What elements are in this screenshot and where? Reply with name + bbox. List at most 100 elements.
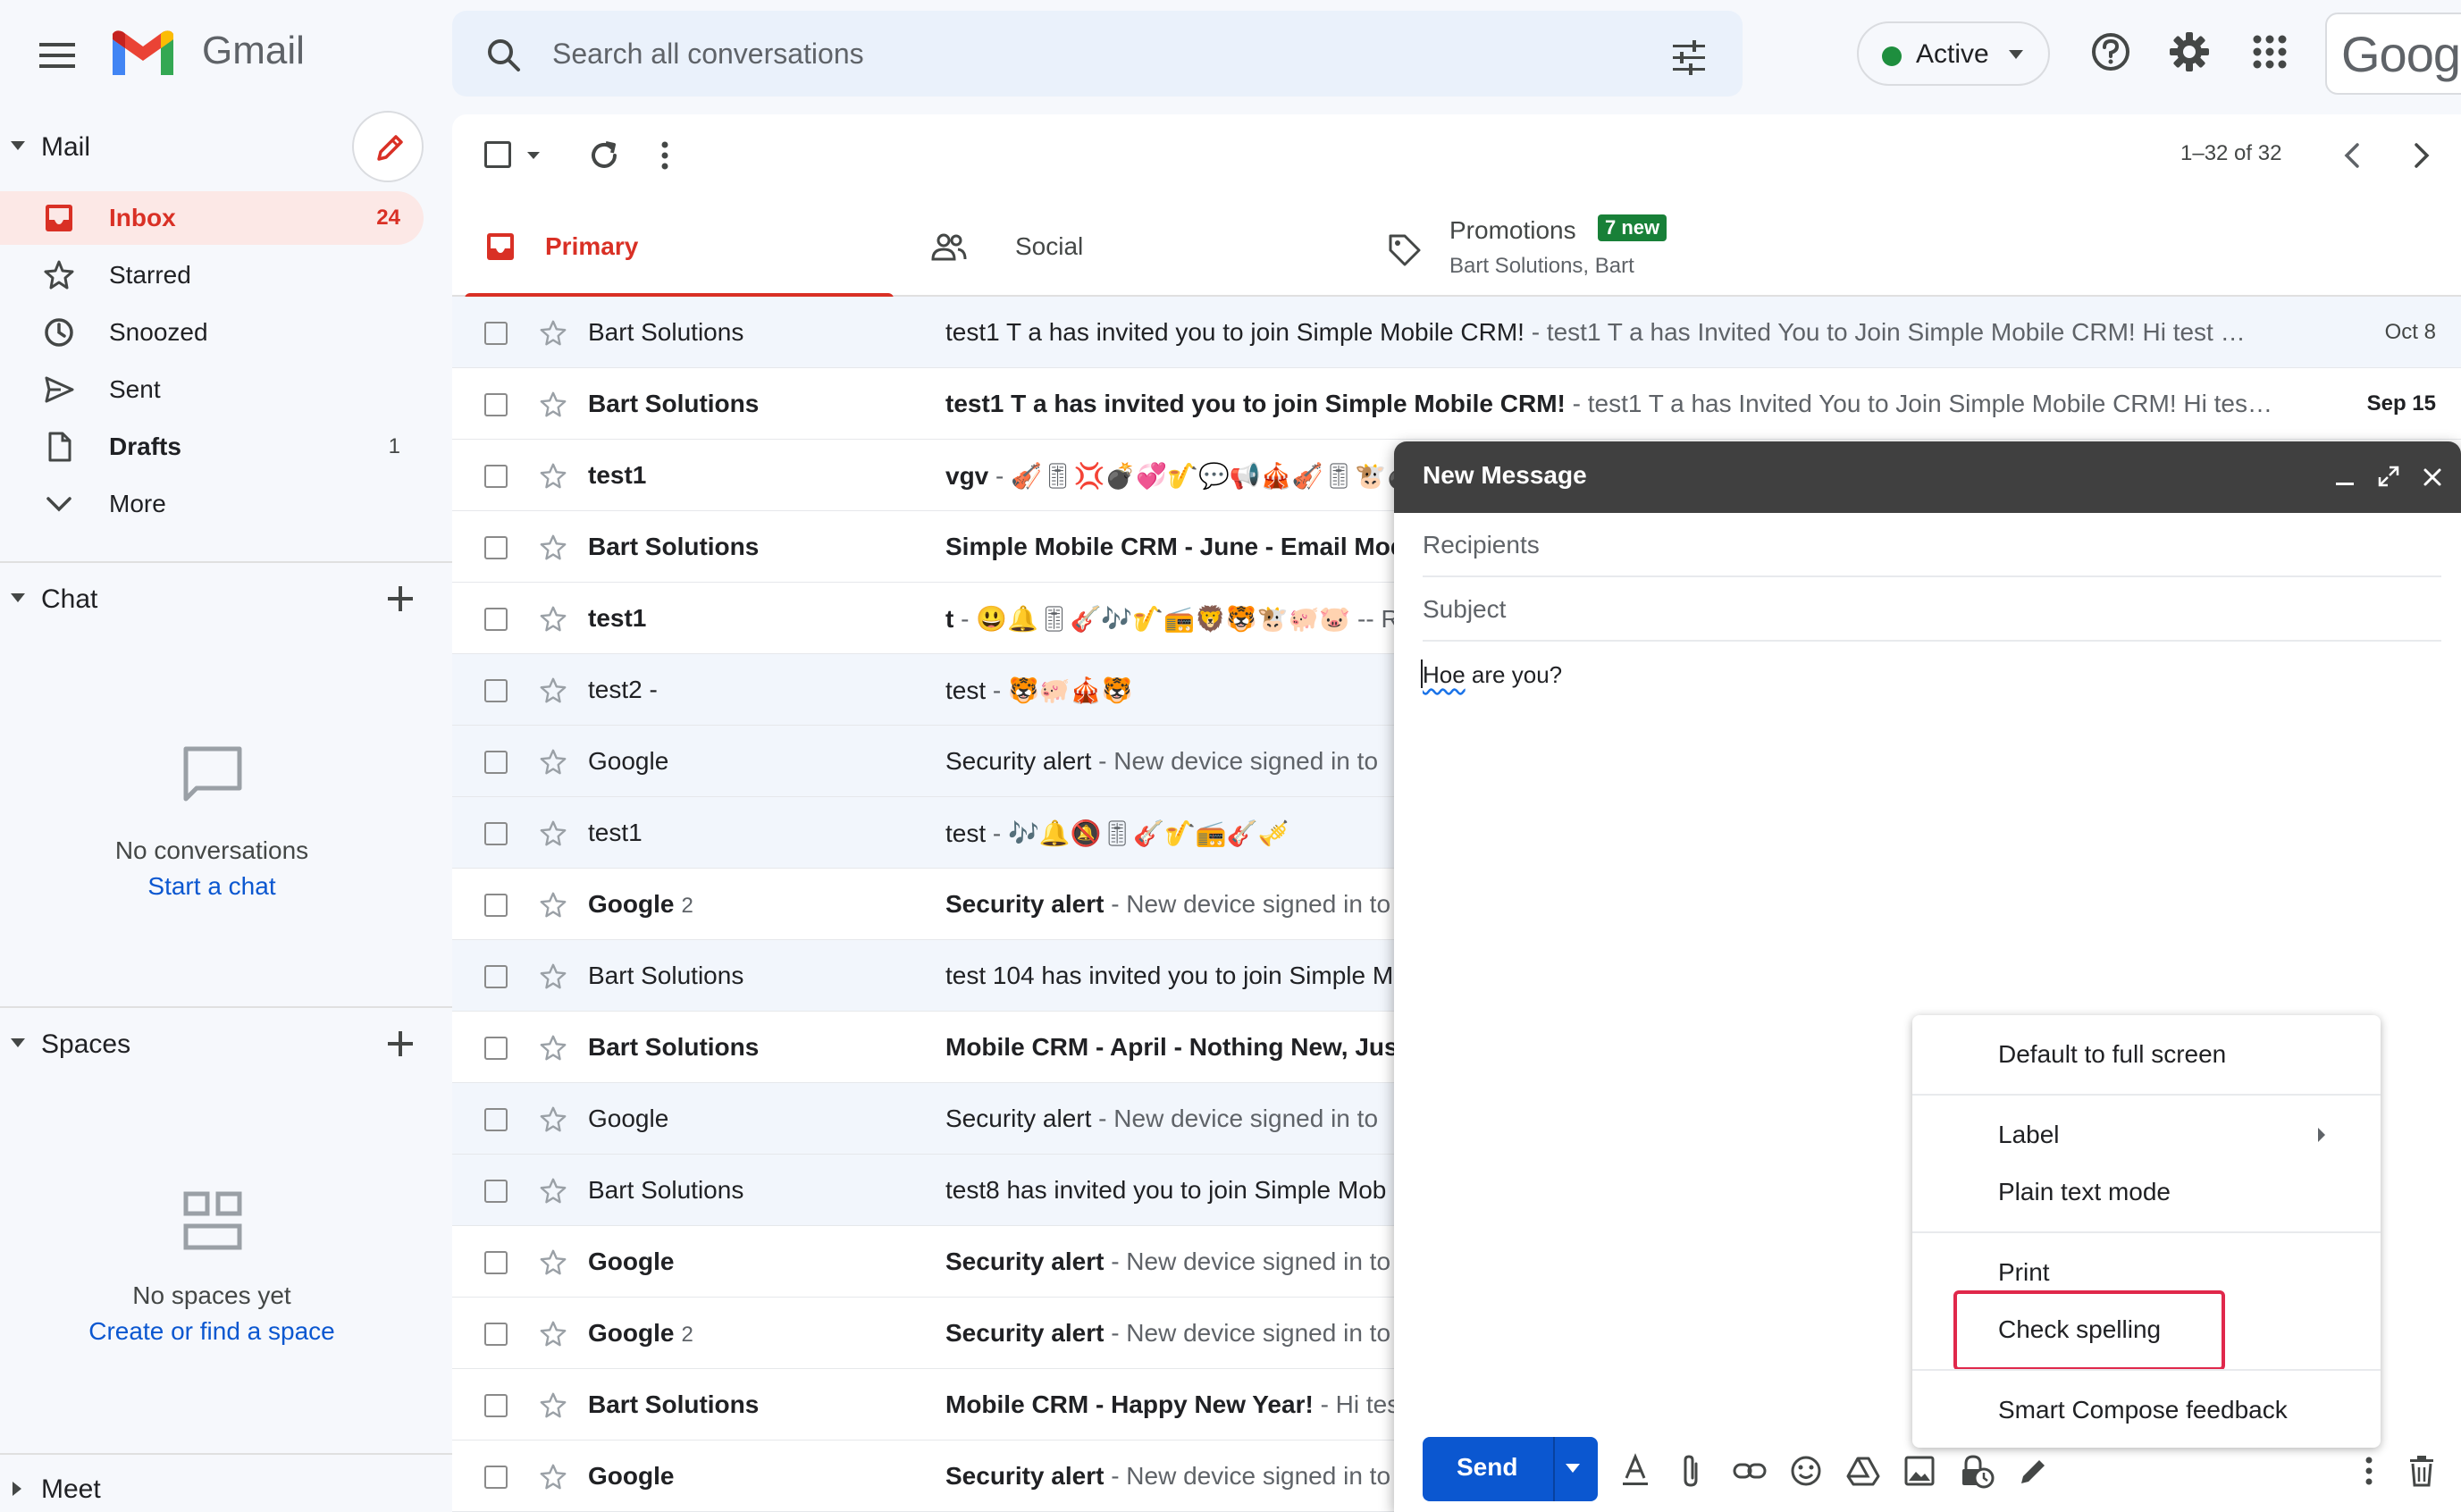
new-space-plus-icon[interactable] xyxy=(384,1028,416,1060)
sidebar-item-starred[interactable]: Starred xyxy=(0,248,424,302)
drive-icon[interactable] xyxy=(1846,1453,1880,1489)
tune-icon[interactable] xyxy=(1669,39,1709,75)
start-chat-link[interactable]: Start a chat xyxy=(0,872,424,901)
sidebar-item-sent[interactable]: Sent xyxy=(0,363,424,416)
minimize-icon[interactable] xyxy=(2334,466,2356,488)
star-icon[interactable] xyxy=(538,1462,568,1492)
mail-section-title: Mail xyxy=(41,132,91,162)
fullscreen-icon[interactable] xyxy=(2377,465,2400,488)
status-selector[interactable]: Active xyxy=(1857,21,2050,86)
subject-input[interactable] xyxy=(1423,590,2406,629)
schedule-send-dropdown-icon[interactable] xyxy=(1566,1464,1580,1473)
gmail-logo-icon[interactable] xyxy=(109,29,177,79)
discard-draft-icon[interactable] xyxy=(2407,1453,2436,1489)
row-checkbox[interactable] xyxy=(484,322,508,345)
email-row[interactable]: Bart Solutions test1 T a has invited you … xyxy=(452,368,2461,440)
sidebar-item-snoozed[interactable]: Snoozed xyxy=(0,306,424,359)
refresh-icon[interactable] xyxy=(586,138,622,173)
main-menu-button[interactable] xyxy=(34,36,80,75)
row-checkbox[interactable] xyxy=(484,1108,508,1131)
star-icon[interactable] xyxy=(538,676,568,706)
photo-icon[interactable] xyxy=(1903,1453,1936,1489)
menu-item-label[interactable]: Label xyxy=(1998,1121,2060,1149)
more-vert-icon[interactable] xyxy=(659,139,670,172)
star-icon[interactable] xyxy=(538,604,568,634)
apps-icon[interactable] xyxy=(2248,30,2291,73)
sidebar-item-inbox[interactable]: Inbox 24 xyxy=(0,191,424,245)
row-checkbox[interactable] xyxy=(484,751,508,774)
star-icon[interactable] xyxy=(538,962,568,992)
close-icon[interactable] xyxy=(2422,466,2443,488)
row-checkbox[interactable] xyxy=(484,894,508,917)
compose-header[interactable]: New Message xyxy=(1394,441,2461,513)
emoji-icon[interactable] xyxy=(1789,1453,1823,1489)
meet-section-header[interactable]: Meet xyxy=(0,1462,447,1512)
star-icon[interactable] xyxy=(538,1105,568,1135)
star-icon[interactable] xyxy=(538,533,568,563)
star-icon[interactable] xyxy=(538,1319,568,1349)
email-row[interactable]: Bart Solutions test1 T a has invited you … xyxy=(452,297,2461,368)
settings-icon[interactable] xyxy=(2168,30,2211,73)
row-checkbox[interactable] xyxy=(484,1394,508,1417)
star-icon[interactable] xyxy=(538,461,568,491)
misspelled-word[interactable]: Hoe xyxy=(1423,661,1466,688)
prev-page-icon[interactable] xyxy=(2339,139,2364,172)
star-icon[interactable] xyxy=(538,819,568,849)
search-icon[interactable] xyxy=(484,36,524,75)
send-button[interactable]: Send xyxy=(1457,1453,1517,1482)
row-checkbox[interactable] xyxy=(484,536,508,559)
row-checkbox[interactable] xyxy=(484,1180,508,1203)
more-options-icon[interactable] xyxy=(2363,1453,2375,1489)
menu-item-plain-text-mode[interactable]: Plain text mode xyxy=(1998,1178,2171,1206)
chevron-down-icon xyxy=(46,497,71,512)
new-chat-plus-icon[interactable] xyxy=(384,583,416,615)
row-checkbox[interactable] xyxy=(484,965,508,988)
compose-button[interactable] xyxy=(352,111,424,182)
row-checkbox[interactable] xyxy=(484,1466,508,1489)
row-checkbox[interactable] xyxy=(484,822,508,845)
menu-item-default-full-screen[interactable]: Default to full screen xyxy=(1998,1040,2226,1069)
row-checkbox[interactable] xyxy=(484,679,508,702)
link-icon[interactable] xyxy=(1732,1453,1768,1489)
compose-body[interactable]: Hoe are you? xyxy=(1423,661,1562,689)
spaces-section-header[interactable]: Spaces xyxy=(0,1017,447,1071)
signature-pen-icon[interactable] xyxy=(2016,1453,2050,1489)
google-account-button[interactable]: Googl xyxy=(2325,13,2461,95)
star-icon[interactable] xyxy=(538,747,568,777)
select-dropdown-icon[interactable] xyxy=(525,150,542,161)
star-icon[interactable] xyxy=(538,1033,568,1063)
create-space-link[interactable]: Create or find a space xyxy=(0,1317,424,1346)
help-icon[interactable] xyxy=(2089,30,2132,73)
recipients-input[interactable] xyxy=(1423,525,2406,565)
next-page-icon[interactable] xyxy=(2409,139,2434,172)
sender-name: Google xyxy=(588,1105,669,1132)
select-all-checkbox[interactable] xyxy=(484,141,511,168)
email-snippet: - 🎻🎚💢💣💞🎷💬📢🎪🎻🎚🐮💣 xyxy=(988,462,1417,490)
row-checkbox[interactable] xyxy=(484,393,508,416)
tab-primary[interactable]: Primary xyxy=(452,197,899,298)
sidebar-item-drafts[interactable]: Drafts 1 xyxy=(0,420,424,474)
email-subject: test xyxy=(945,819,987,847)
tab-social[interactable]: Social xyxy=(899,197,1346,297)
sidebar-item-more[interactable]: More xyxy=(0,477,424,531)
menu-item-smart-compose-feedback[interactable]: Smart Compose feedback xyxy=(1998,1396,2288,1424)
star-icon[interactable] xyxy=(538,1390,568,1421)
star-icon[interactable] xyxy=(538,390,568,420)
star-icon[interactable] xyxy=(538,1247,568,1278)
row-checkbox[interactable] xyxy=(484,465,508,488)
star-icon[interactable] xyxy=(538,318,568,349)
sender-name: test1 xyxy=(588,604,647,632)
row-checkbox[interactable] xyxy=(484,1323,508,1346)
row-checkbox[interactable] xyxy=(484,608,508,631)
search-input[interactable] xyxy=(552,29,1580,79)
row-checkbox[interactable] xyxy=(484,1037,508,1060)
star-icon[interactable] xyxy=(538,1176,568,1206)
row-checkbox[interactable] xyxy=(484,1251,508,1274)
star-icon[interactable] xyxy=(538,890,568,920)
menu-item-print[interactable]: Print xyxy=(1998,1258,2050,1287)
tab-promotions[interactable]: Promotions Bart Solutions, Bart xyxy=(1346,197,1971,297)
formatting-icon[interactable] xyxy=(1619,1453,1651,1489)
confidential-mode-icon[interactable] xyxy=(1959,1453,1995,1489)
chat-section-header[interactable]: Chat xyxy=(0,572,447,626)
attach-icon[interactable] xyxy=(1676,1453,1705,1489)
